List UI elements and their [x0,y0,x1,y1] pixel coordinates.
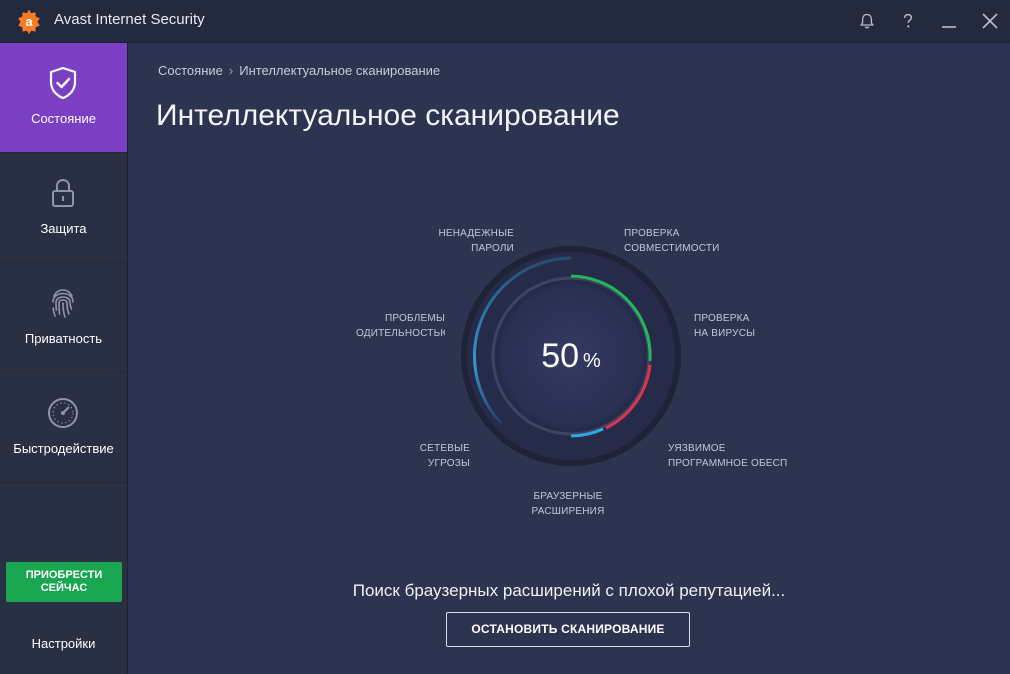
scan-status-text: Поиск браузерных расширений с плохой реп… [352,581,786,600]
sidebar-item-label: Состояние [31,111,96,126]
scan-step-network-threats: СЕТЕВЫЕ УГРОЗЫ [390,441,470,471]
shield-check-icon [46,65,80,101]
fingerprint-icon [46,285,80,321]
scan-step-compatibility: ПРОВЕРКА СОВМЕСТИМОСТИ [624,226,720,256]
step-label: НЕНАДЕЖНЫЕ [438,228,514,239]
sidebar-item-status[interactable]: Состояние [0,43,127,153]
buy-now-button[interactable]: ПРИОБРЕСТИ СЕЙЧАС [6,562,122,602]
breadcrumb: Состояние › Интеллектуальное сканирование [158,63,440,78]
app-title: Avast Internet Security [54,11,205,28]
scan-step-browser-extensions: БРАУЗЕРНЫЕ РАСШИРЕНИЯ [508,489,628,519]
breadcrumb-separator: › [228,63,234,78]
svg-text:a: a [25,14,33,29]
scan-step-viruses: ПРОВЕРКА НА ВИРУСЫ [694,311,755,341]
main-panel: Состояние › Интеллектуальное сканирование … [128,43,1010,674]
settings-link[interactable]: Настройки [0,636,127,651]
scan-progress-percent: 50% [458,337,684,376]
progress-value: 50 [541,337,580,375]
scan-step-performance-issues: ПРОБЛЕМЫ ОДИТЕЛЬНОСТЬЮ [356,311,445,341]
step-label: ПРОВЕРКА [624,228,680,239]
stop-scan-button[interactable]: ОСТАНОВИТЬ СКАНИРОВАНИЕ [446,612,690,647]
step-label: СОВМЕСТИМОСТИ [624,243,720,254]
step-label: НА ВИРУСЫ [694,328,756,339]
step-label: УГРОЗЫ [427,458,470,469]
help-icon[interactable] [897,10,919,32]
lock-icon [46,175,80,211]
step-label: СЕТЕВЫЕ [419,443,470,454]
breadcrumb-root[interactable]: Состояние [158,63,223,78]
scan-step-vulnerable-software: УЯЗВИМОЕ ПРОГРАММНОЕ ОБЕСП [668,441,790,471]
step-label: ПРОВЕРКА [694,313,750,324]
sidebar-item-label: Быстродействие [13,441,114,456]
sidebar-item-privacy[interactable]: Приватность [0,263,127,373]
step-label: УЯЗВИМОЕ [668,443,726,454]
bell-icon[interactable] [856,10,878,32]
step-label: РАСШИРЕНИЯ [531,506,605,517]
step-label: ПАРОЛИ [471,243,514,254]
sidebar-item-protection[interactable]: Защита [0,153,127,263]
step-label: ПРОБЛЕМЫ [385,313,445,324]
scan-step-weak-passwords: НЕНАДЕЖНЫЕ ПАРОЛИ [394,226,514,256]
step-label: БРАУЗЕРНЫЕ [533,491,603,502]
sidebar-item-label: Приватность [24,331,103,346]
speedometer-icon [46,395,80,431]
sidebar-item-performance[interactable]: Быстродействие [0,373,127,483]
title-bar: a Avast Internet Security [0,0,1010,43]
avast-logo-icon: a [18,9,40,34]
sidebar-item-label: Защита [40,221,87,236]
close-icon[interactable] [979,10,1001,32]
step-label: ПРОГРАММНОЕ ОБЕСП [668,458,788,469]
page-title: Интеллектуальное сканирование [156,99,620,132]
sidebar: Состояние Защита Приватность Быстродейст… [0,43,128,674]
breadcrumb-current: Интеллектуальное сканирование [239,63,441,78]
step-label: ОДИТЕЛЬНОСТЬЮ [356,328,445,339]
progress-unit: % [583,350,601,372]
minimize-icon[interactable] [938,10,960,32]
